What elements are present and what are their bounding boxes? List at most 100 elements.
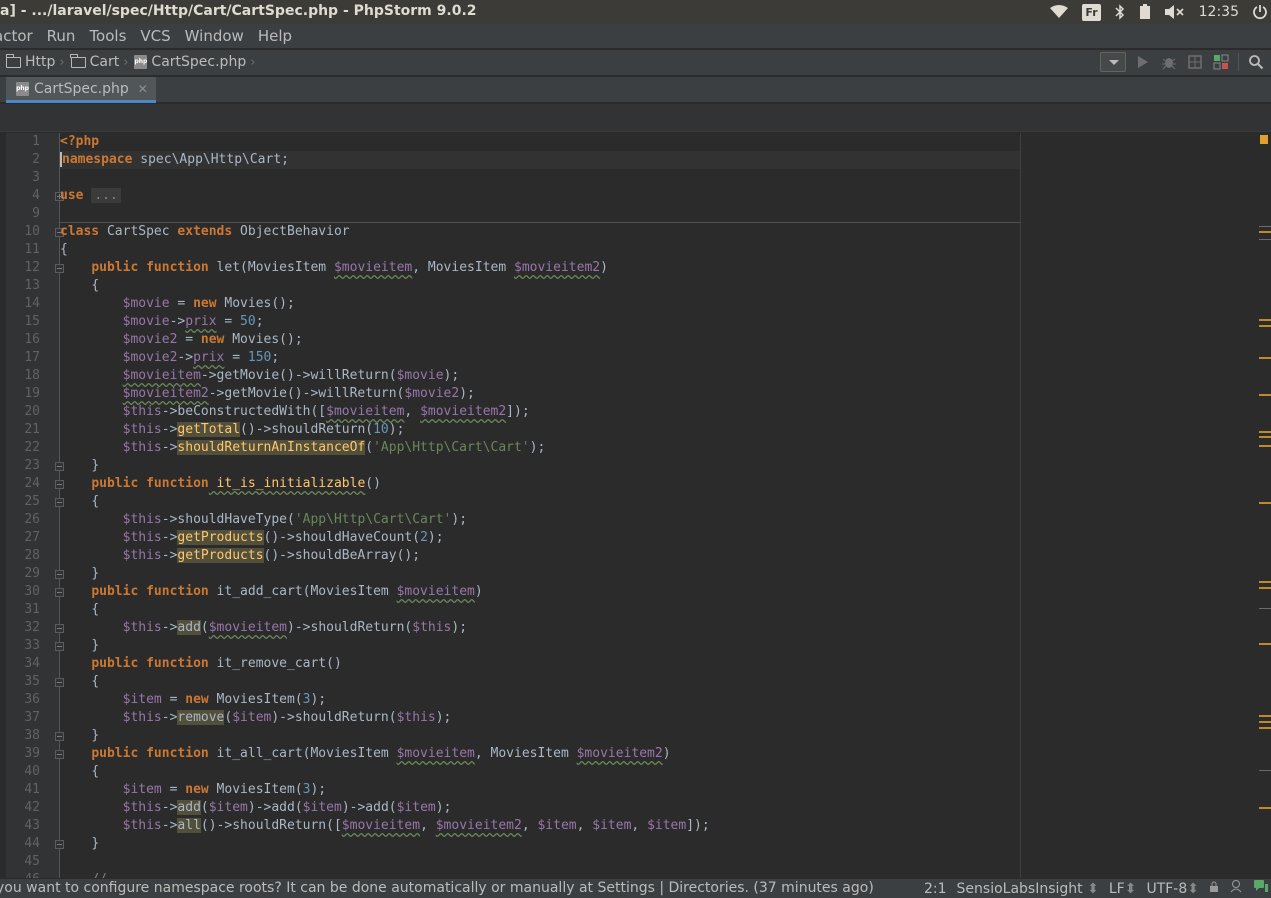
lock-icon[interactable] [1209,880,1219,898]
stripe-marker[interactable] [1259,807,1271,809]
line-number-gutter[interactable]: 1 2 3 4 9 10 11 12 13 14 15 16 17 18 19 … [6,133,64,878]
code-line[interactable]: public function it_is_initializable() [60,475,381,493]
code-line[interactable]: // [60,871,107,878]
code-line[interactable]: $movie2 = new Movies(); [60,331,303,349]
stripe-marker[interactable] [1259,325,1271,327]
stripe-marker[interactable] [1259,226,1271,227]
stripe-marker[interactable] [1259,436,1271,438]
status-message[interactable]: you want to configure namespace roots? I… [0,879,874,898]
code-line[interactable]: <?php [60,133,99,151]
code-line[interactable]: { [60,673,99,691]
code-line[interactable]: class CartSpec extends ObjectBehavior [60,223,350,241]
stripe-marker[interactable] [1259,727,1271,729]
event-log-icon[interactable] [1253,879,1269,898]
code-line[interactable]: } [60,457,99,475]
stripe-marker[interactable] [1259,587,1271,589]
breadcrumb-cart[interactable]: Cart [70,53,119,70]
code-line[interactable]: { [60,493,99,511]
stripe-marker[interactable] [1259,770,1271,771]
stripe-marker[interactable] [1259,394,1271,396]
inspector-hector-icon[interactable] [1229,879,1243,898]
stripe-marker[interactable] [1259,721,1271,723]
stripe-marker[interactable] [1259,715,1271,717]
stripe-marker[interactable] [1259,239,1271,240]
code-line[interactable]: $item = new MoviesItem(3); [60,781,327,799]
code-line[interactable]: $item = new MoviesItem(3); [60,691,327,709]
line-number: 21 [24,422,40,437]
code-lines[interactable]: <?php namespace spec\App\Http\Cart; use … [60,133,1260,878]
menu-run[interactable]: Run [47,27,76,45]
run-icon[interactable] [1134,53,1152,71]
code-line[interactable]: $movie->prix = 50; [60,313,264,331]
stripe-marker[interactable] [1259,431,1271,433]
power-icon[interactable] [1253,4,1267,20]
code-line[interactable]: $this->getTotal()->shouldReturn(10); [60,421,404,439]
folded-imports[interactable]: ... [91,188,121,203]
code-editor[interactable]: 1 2 3 4 9 10 11 12 13 14 15 16 17 18 19 … [0,133,1271,878]
stripe-marker[interactable] [1259,608,1271,609]
code-line[interactable]: $movie2->prix = 150; [60,349,280,367]
stripe-marker[interactable] [1259,319,1271,321]
keyboard-layout-badge[interactable]: Fr [1082,3,1101,21]
code-line[interactable]: public function it_remove_cart() [60,655,341,673]
code-line[interactable]: $this->shouldHaveType('App\Http\Cart\Car… [60,511,467,529]
debug-icon[interactable] [1160,53,1178,71]
stripe-marker[interactable] [1259,502,1271,504]
close-tab-icon[interactable]: ✕ [138,82,148,96]
code-line[interactable]: public function it_all_cart(MoviesItem $… [60,745,670,763]
code-line[interactable]: public function let(MoviesItem $movieite… [60,259,608,277]
code-line[interactable]: $this->getProducts()->shouldHaveCount(2)… [60,529,444,547]
search-everywhere-icon[interactable] [1247,53,1265,71]
code-line-current[interactable]: namespace spec\App\Http\Cart; [60,151,1020,169]
vcs-update-icon[interactable] [1212,53,1230,71]
stripe-marker[interactable] [1259,581,1271,583]
code-line[interactable]: $movieitem2->getMovie()->willReturn($mov… [60,385,475,403]
wifi-icon[interactable] [1050,5,1069,19]
clock[interactable]: 12:35 [1199,4,1239,20]
encoding-widget[interactable]: UTF-8⬍ [1146,880,1199,898]
menu-help[interactable]: Help [258,27,292,45]
breadcrumb-separator-icon: › [250,54,256,70]
stripe-marker[interactable] [1259,357,1271,359]
menu-window[interactable]: Window [185,27,244,45]
line-number: 27 [24,530,40,545]
menu-vcs[interactable]: VCS [140,27,170,45]
code-line[interactable]: { [60,763,99,781]
caret-position[interactable]: 2:1 [924,880,947,898]
stripe-marker[interactable] [1259,643,1271,645]
error-stripe[interactable] [1257,133,1271,878]
tab-cartspec[interactable]: php CartSpec.php ✕ [6,77,156,103]
inspection-status-icon[interactable] [1260,135,1268,144]
code-line[interactable]: { [60,277,99,295]
run-configuration-dropdown[interactable] [1100,52,1126,72]
bluetooth-icon[interactable] [1115,4,1125,20]
code-line[interactable]: } [60,727,99,745]
code-line[interactable]: $this->beConstructedWith([$movieitem, $m… [60,403,530,421]
code-line[interactable]: $movieitem->getMovie()->willReturn($movi… [60,367,460,385]
sensiolabs-insight-widget[interactable]: SensioLabsInsight ⬍ [957,880,1099,898]
volume-muted-icon[interactable] [1164,5,1185,19]
breadcrumb-http[interactable]: Http [5,53,55,70]
code-line[interactable]: $this->shouldReturnAnInstanceOf('App\Htt… [60,439,545,457]
stripe-marker[interactable] [1259,445,1271,447]
line-separator-widget[interactable]: LF⬍ [1109,880,1137,898]
code-line[interactable]: use ... [60,187,121,205]
stripe-marker[interactable] [1259,231,1271,233]
code-line[interactable]: { [60,241,68,259]
menu-refactor[interactable]: actor [0,27,33,45]
code-line[interactable]: $this->all()->shouldReturn([$movieitem, … [60,817,710,835]
code-line[interactable]: $this->add($item)->add($item)->add($item… [60,799,451,817]
code-line[interactable]: { [60,601,99,619]
code-line[interactable]: } [60,835,99,853]
menu-tools[interactable]: Tools [89,27,126,45]
code-line[interactable]: $this->add($movieitem)->shouldReturn($th… [60,619,467,637]
code-line[interactable]: $movie = new Movies(); [60,295,295,313]
coverage-icon[interactable] [1186,53,1204,71]
code-line[interactable]: $this->remove($item)->shouldReturn($this… [60,709,451,727]
breadcrumb-file[interactable]: php CartSpec.php [134,54,246,70]
battery-icon[interactable] [1139,4,1151,20]
code-line[interactable]: } [60,637,99,655]
code-line[interactable]: public function it_add_cart(MoviesItem $… [60,583,482,601]
code-line[interactable]: $this->getProducts()->shouldBeArray(); [60,547,420,565]
code-line[interactable]: } [60,565,99,583]
